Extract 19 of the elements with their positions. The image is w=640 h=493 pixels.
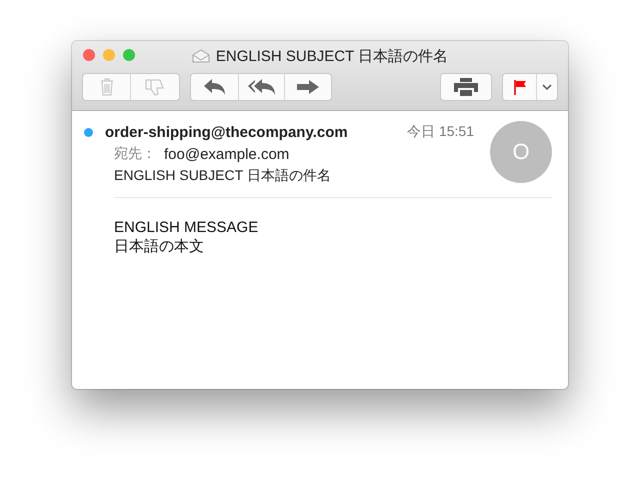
window-title: ENGLISH SUBJECT 日本語の件名 — [216, 46, 448, 66]
received-time: 今日 15:51 — [407, 123, 474, 141]
sender-address: order-shipping@thecompany.com — [105, 124, 348, 140]
close-button[interactable] — [83, 49, 95, 61]
envelope-icon — [192, 49, 210, 63]
sender-avatar: O — [490, 121, 552, 183]
message-subject: ENGLISH SUBJECT 日本語の件名 — [114, 167, 331, 185]
message-body-line: ENGLISH MESSAGE — [114, 218, 260, 237]
reply-all-arrow-icon — [248, 79, 276, 95]
printer-icon — [454, 78, 478, 96]
message-body-line: 日本語の本文 — [114, 237, 205, 256]
caret-icon — [542, 84, 552, 90]
reply-arrow-icon — [204, 79, 226, 95]
flag-icon — [514, 80, 526, 94]
recipient-label: 宛先： — [114, 145, 156, 163]
trash-icon — [100, 78, 114, 96]
thumbs-down-icon — [145, 78, 165, 96]
forward-arrow-icon — [297, 80, 319, 94]
recipient-address: foo@example.com — [164, 146, 290, 162]
